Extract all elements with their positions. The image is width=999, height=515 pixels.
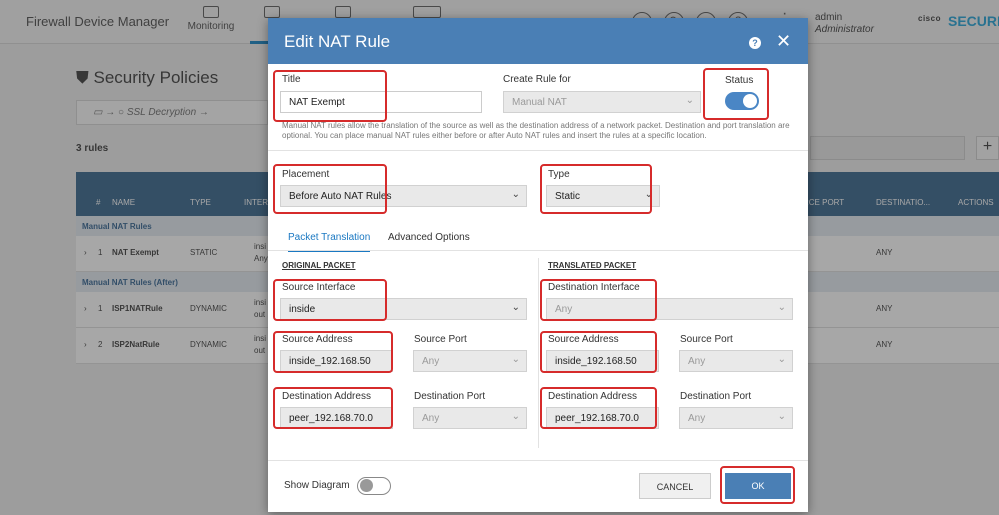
chevron-down-icon: ⌄	[685, 95, 694, 106]
translated-source-port-value: Any	[688, 356, 706, 367]
translated-source-port-label: Source Port	[680, 334, 733, 345]
highlight-status	[703, 68, 769, 120]
help-text: Manual NAT rules allow the translation o…	[282, 121, 790, 140]
highlight-translated-destination-address	[540, 387, 657, 429]
tabs-divider	[268, 250, 808, 251]
destination-port-value: Any	[422, 413, 440, 424]
highlight-source-address	[273, 331, 393, 373]
chevron-down-icon: ⌄	[511, 302, 520, 313]
highlight-destination-address	[273, 387, 393, 429]
original-packet-heading: ORIGINAL PACKET	[282, 261, 356, 270]
translated-destination-port-value: Any	[688, 413, 706, 424]
highlight-title	[273, 70, 387, 122]
highlight-translated-source-address	[540, 331, 657, 373]
divider	[268, 150, 808, 151]
translated-destination-port-label: Destination Port	[680, 391, 752, 402]
tab-advanced-options[interactable]: Advanced Options	[388, 232, 470, 252]
dialog-title: Edit NAT Rule	[284, 32, 391, 51]
create-rule-for-value: Manual NAT	[512, 97, 567, 108]
help-icon[interactable]: ?	[749, 37, 761, 49]
cancel-button[interactable]: CANCEL	[639, 473, 711, 499]
highlight-ok-button	[720, 466, 795, 504]
dialog-header: Edit NAT Rule ? ✕	[268, 18, 808, 64]
translated-source-port-select[interactable]: Any ⌄	[679, 350, 793, 372]
create-rule-for-label: Create Rule for	[503, 74, 571, 85]
translated-packet-heading: TRANSLATED PACKET	[548, 261, 637, 270]
footer-divider	[268, 460, 808, 461]
toggle-knob	[360, 479, 373, 492]
source-port-value: Any	[422, 356, 440, 367]
destination-port-select[interactable]: Any ⌄	[413, 407, 527, 429]
highlight-destination-interface	[540, 279, 657, 321]
chevron-down-icon: ⌄	[511, 411, 520, 422]
highlight-type	[540, 164, 652, 214]
highlight-source-interface	[273, 279, 387, 321]
create-rule-for-select[interactable]: Manual NAT ⌄	[503, 91, 701, 113]
packet-divider	[538, 258, 539, 448]
show-diagram-toggle[interactable]	[357, 477, 391, 495]
highlight-placement	[273, 164, 387, 214]
chevron-down-icon: ⌄	[777, 411, 786, 422]
show-diagram-label: Show Diagram	[284, 480, 350, 491]
translated-destination-port-select[interactable]: Any ⌄	[679, 407, 793, 429]
chevron-down-icon: ⌄	[511, 354, 520, 365]
chevron-down-icon: ⌄	[777, 302, 786, 313]
source-port-label: Source Port	[414, 334, 467, 345]
tab-packet-translation[interactable]: Packet Translation	[288, 232, 371, 252]
chevron-down-icon: ⌄	[511, 189, 520, 200]
chevron-down-icon: ⌄	[777, 354, 786, 365]
destination-port-label: Destination Port	[414, 391, 486, 402]
close-icon[interactable]: ✕	[776, 31, 791, 52]
source-port-select[interactable]: Any ⌄	[413, 350, 527, 372]
